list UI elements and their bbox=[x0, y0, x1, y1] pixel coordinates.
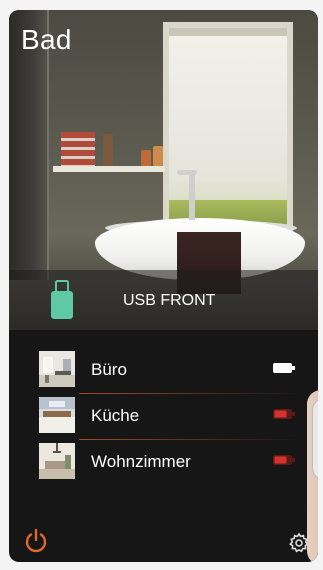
remote-device bbox=[312, 398, 318, 480]
wall-shelf bbox=[53, 166, 165, 172]
folded-towels bbox=[61, 132, 95, 166]
room-title: Bad bbox=[21, 24, 72, 55]
battery-icon bbox=[273, 455, 295, 465]
living-room-thumbnail bbox=[39, 443, 75, 479]
list-item-wohnzimmer[interactable]: Wohnzimmer bbox=[39, 443, 301, 479]
office-room-thumbnail bbox=[39, 351, 75, 387]
kitchen-room-thumbnail bbox=[39, 397, 75, 433]
speaker-name: Wohnzimmer bbox=[91, 452, 191, 471]
battery-icon bbox=[273, 363, 295, 373]
speaker-name: Büro bbox=[91, 360, 127, 379]
room-photo: Bad USB FRONT bbox=[9, 10, 318, 330]
source-label: USB FRONT bbox=[123, 292, 216, 309]
usb-stick-icon bbox=[51, 280, 73, 319]
source-selector[interactable]: USB FRONT bbox=[9, 270, 318, 330]
battery-icon bbox=[273, 409, 295, 419]
list-item-kueche[interactable]: Küche bbox=[39, 397, 301, 440]
list-item-buero[interactable]: Büro bbox=[39, 351, 301, 394]
power-icon[interactable] bbox=[23, 528, 49, 554]
app-screen: Bad USB FRONT Büro Küche Wohnzimmer bbox=[9, 10, 318, 562]
speaker-name: Küche bbox=[91, 406, 140, 425]
